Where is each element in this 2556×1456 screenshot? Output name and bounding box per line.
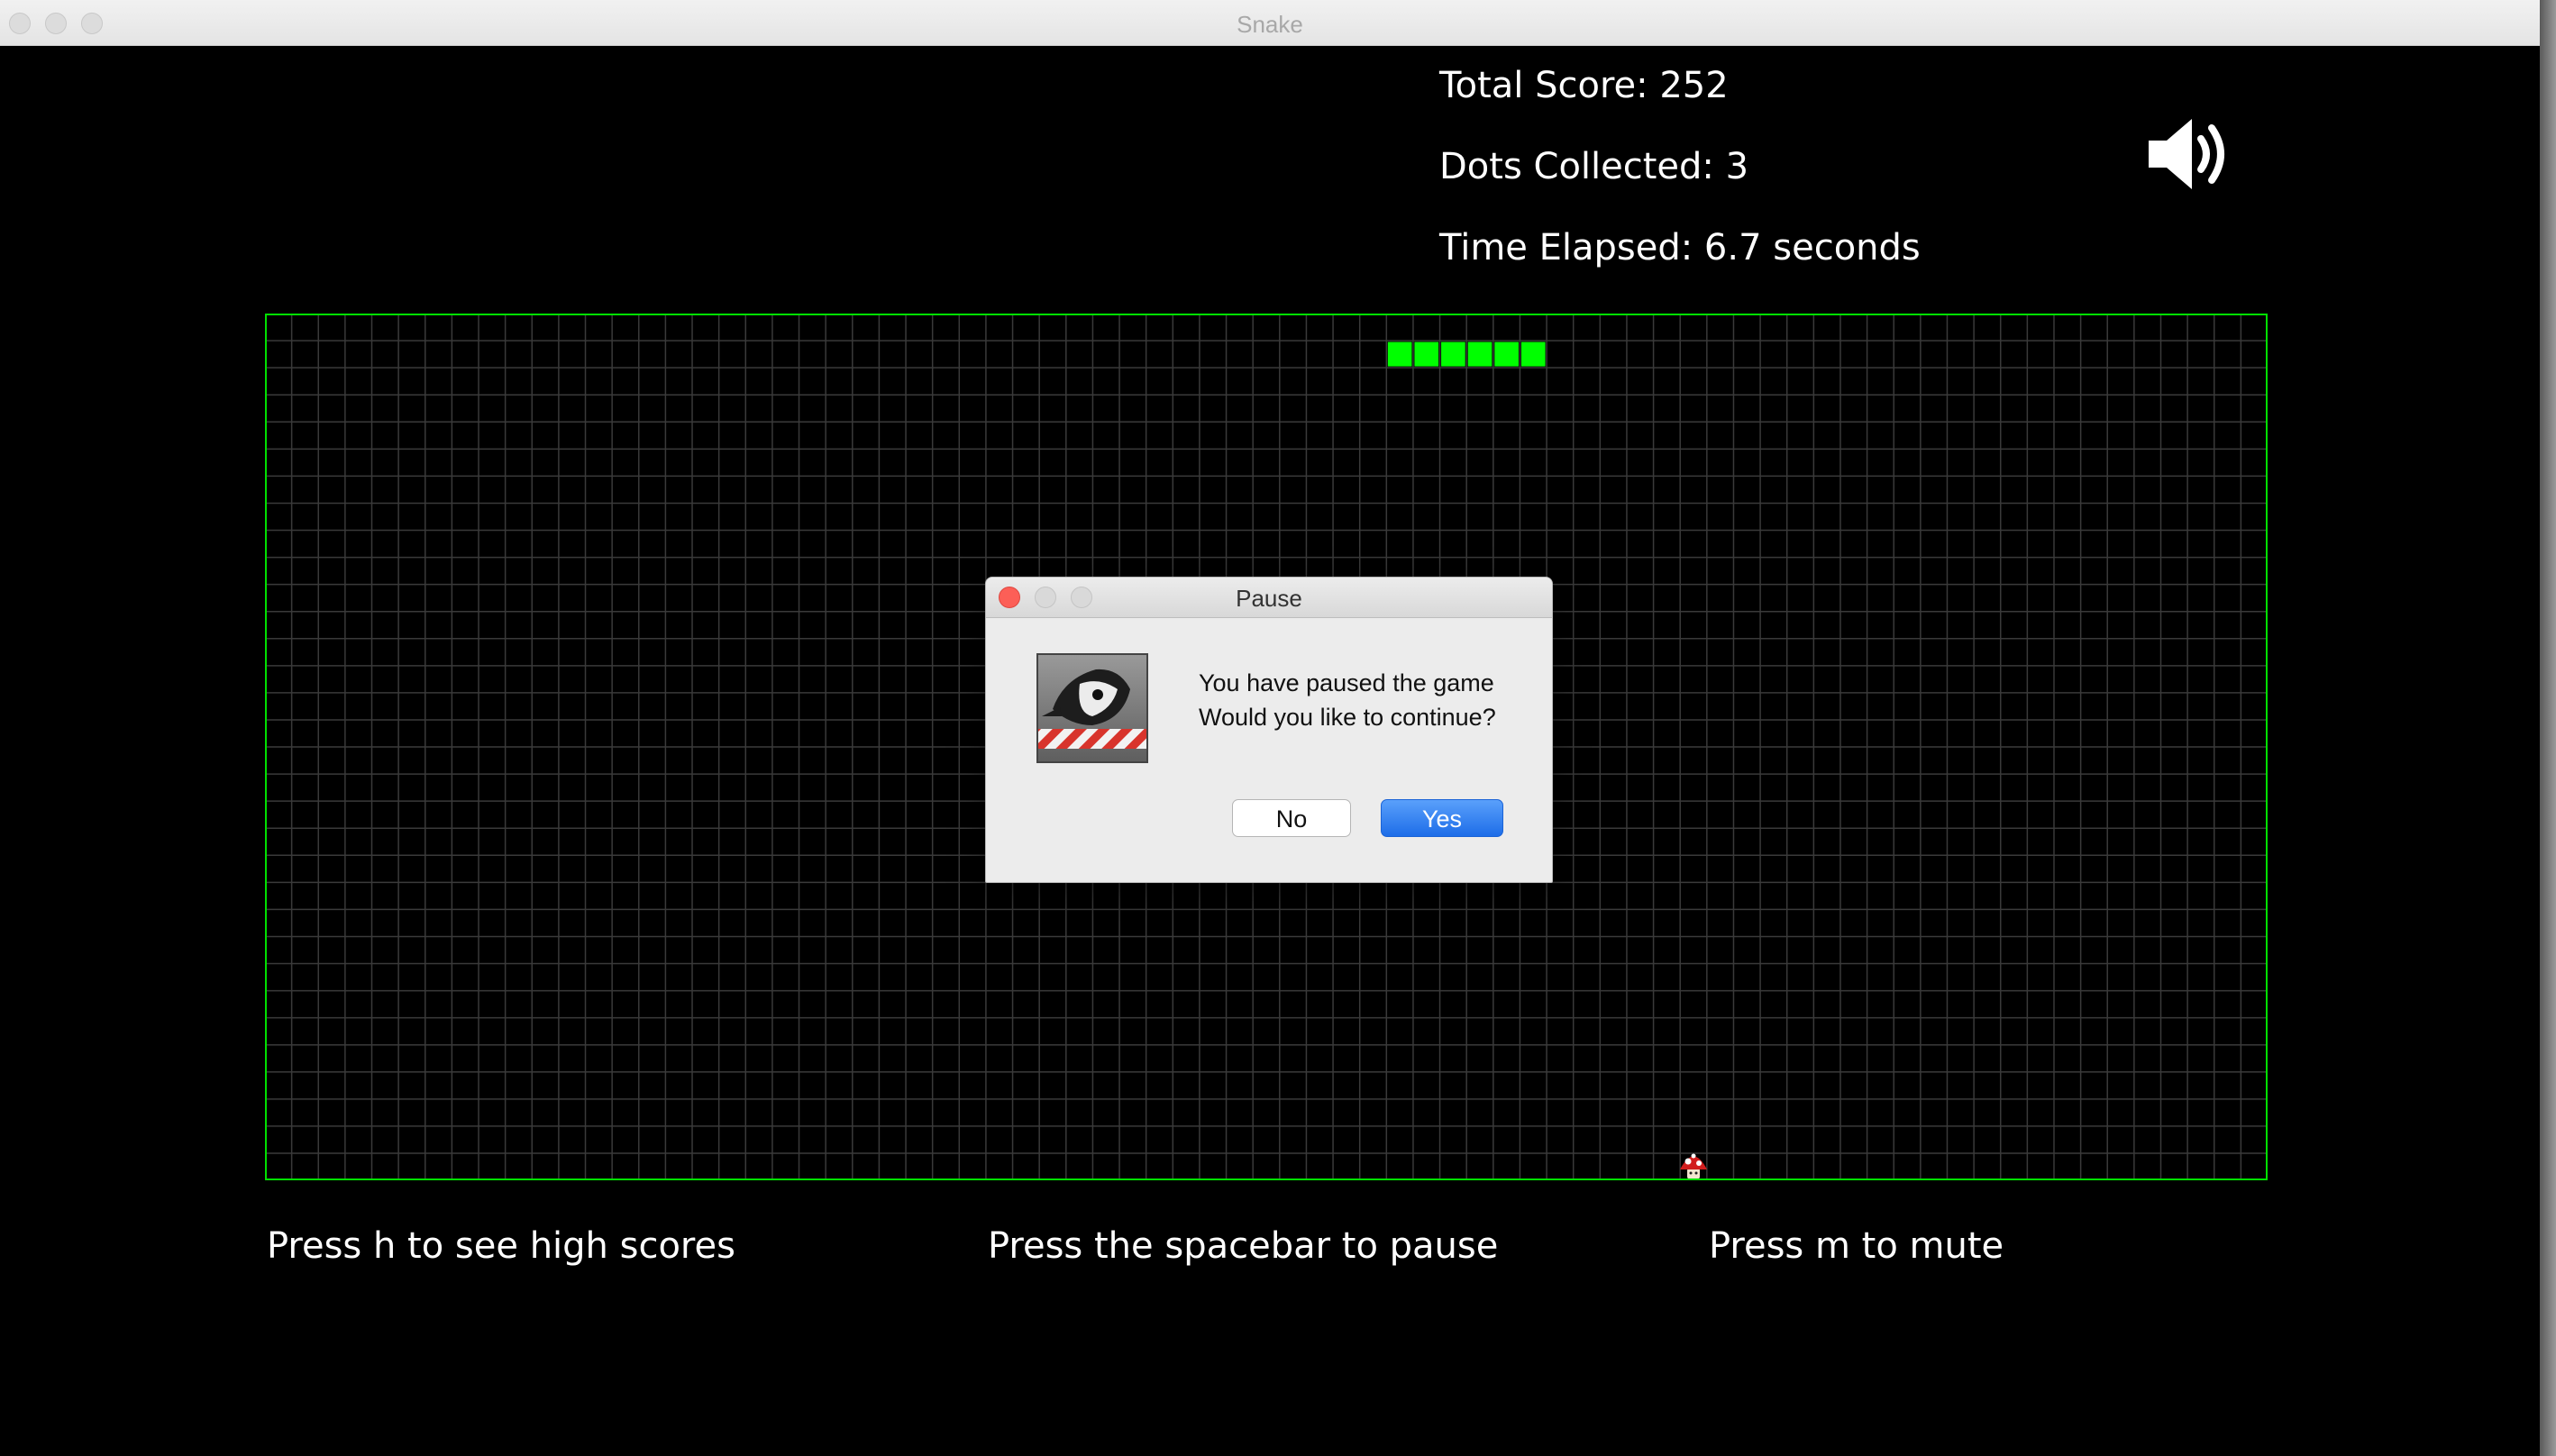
hint-mute: Press m to mute — [1709, 1225, 2004, 1267]
dots-collected: Dots Collected: 3 — [1439, 146, 1749, 187]
window-title: Snake — [1237, 11, 1303, 38]
snake-window: Snake Total Score: 252 Dots Collected: 3… — [0, 0, 2540, 1456]
java-duke-icon — [1036, 653, 1148, 763]
dialog-titlebar[interactable]: Pause — [986, 578, 1552, 618]
mushroom-icon — [1680, 1153, 1708, 1179]
total-score: Total Score: 252 — [1439, 65, 1729, 106]
pause-dialog: Pause You have paused the game Would you… — [985, 577, 1553, 883]
snake-segment — [1414, 341, 1439, 367]
window-titlebar[interactable]: Snake — [0, 0, 2540, 46]
yes-button[interactable]: Yes — [1381, 799, 1503, 837]
snake-segment — [1520, 341, 1546, 367]
hint-pause: Press the spacebar to pause — [988, 1225, 1499, 1267]
hint-high-scores: Press h to see high scores — [267, 1225, 735, 1267]
no-button[interactable]: No — [1232, 799, 1351, 837]
dialog-title: Pause — [1236, 585, 1302, 612]
dialog-message-line2: Would you like to continue? — [1199, 704, 1496, 731]
speaker-on-icon[interactable] — [2145, 114, 2235, 195]
desktop-edge — [2540, 0, 2556, 1456]
dialog-message-line1: You have paused the game — [1199, 669, 1494, 696]
snake-segment — [1441, 341, 1465, 367]
snake-segment — [1387, 341, 1412, 367]
snake-segment — [1494, 341, 1519, 367]
time-elapsed: Time Elapsed: 6.7 seconds — [1439, 227, 1921, 268]
snake-segment — [1467, 341, 1493, 367]
